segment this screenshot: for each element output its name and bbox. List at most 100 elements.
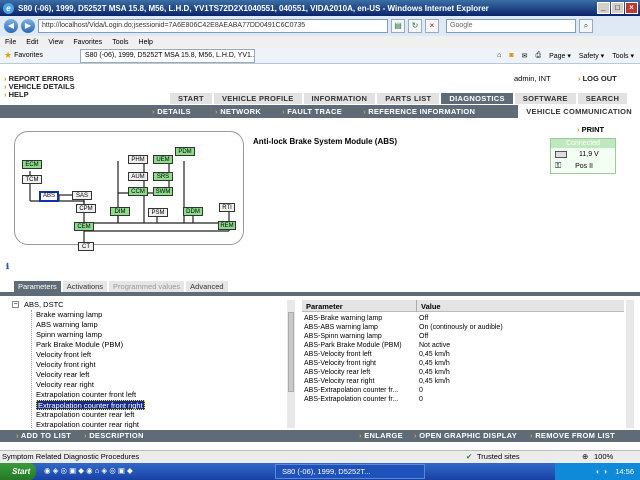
tree-scroll-thumb[interactable]	[288, 312, 294, 392]
menu-file[interactable]: File	[5, 39, 16, 46]
search-icon[interactable]: ⌕	[579, 19, 593, 33]
table-row[interactable]: ABS-Extrapolation counter fr... 0	[302, 395, 624, 404]
tree-item[interactable]: Velocity rear right	[36, 380, 94, 390]
module-dim[interactable]: DIM	[110, 207, 130, 216]
tree-item[interactable]: Park Brake Module (PBM)	[36, 340, 123, 350]
subnav-network[interactable]: NETWORK	[215, 107, 261, 116]
home-icon[interactable]: ⌂	[497, 52, 501, 60]
tree-item[interactable]: Extrapolation counter rear left	[36, 410, 134, 420]
table-row[interactable]: ABS-Spinn warning lamp Off	[302, 332, 624, 341]
address-bar[interactable]: http://localhost/Vida/Login.do;jsessioni…	[38, 19, 388, 33]
close-button[interactable]: ×	[625, 2, 638, 14]
page-menu[interactable]: Page ▾	[549, 52, 571, 60]
tree-item-selected[interactable]: Extrapolation counter front right	[36, 400, 145, 410]
tree-item[interactable]: Extrapolation counter rear right	[36, 420, 139, 428]
logout-link[interactable]: LOG OUT	[578, 74, 617, 83]
quicklaunch-icons[interactable]: ◉ ◈ ◎ ▣ ◆ ◉ ⌂ ◈ ◎ ▣ ◆	[44, 466, 133, 475]
module-cem[interactable]: CEM	[74, 222, 94, 231]
tree-root[interactable]: ABS, DSTC	[24, 300, 64, 309]
module-rem[interactable]: REM	[218, 221, 236, 230]
tree-item[interactable]: ABS warning lamp	[36, 320, 98, 330]
menu-view[interactable]: View	[48, 39, 63, 46]
subnav-details[interactable]: DETAILS	[152, 107, 191, 116]
menu-favorites[interactable]: Favorites	[73, 39, 102, 46]
module-sas[interactable]: SAS	[72, 191, 92, 200]
module-ecm[interactable]: ECM	[22, 160, 42, 169]
module-abs[interactable]: ABS	[39, 191, 59, 202]
enlarge-button[interactable]: ENLARGE	[359, 431, 403, 440]
tab-vehicle-profile[interactable]: VEHICLE PROFILE	[213, 93, 302, 104]
tree-scrollbar[interactable]	[287, 300, 295, 428]
module-swm[interactable]: SWM	[153, 187, 173, 196]
maximize-button[interactable]: □	[611, 2, 624, 14]
module-tcm[interactable]: TCM	[22, 175, 42, 184]
column-value[interactable]: Value	[421, 302, 441, 311]
refresh-icon[interactable]: ↻	[408, 19, 422, 33]
open-graphic-display-button[interactable]: OPEN GRAPHIC DISPLAY	[414, 431, 517, 440]
vehicle-communication-tab[interactable]: VEHICLE COMMUNICATION	[518, 105, 640, 118]
stop-icon[interactable]: ×	[425, 19, 439, 33]
tree-item[interactable]: Brake warning lamp	[36, 310, 102, 320]
module-phm[interactable]: PHM	[128, 155, 148, 164]
print-icon[interactable]: ⎙	[535, 52, 541, 60]
module-psm[interactable]: PSM	[148, 208, 168, 217]
safety-menu[interactable]: Safety ▾	[579, 52, 604, 60]
compatibility-icon[interactable]: ▤	[391, 19, 405, 33]
favorites-button[interactable]: ★ Favorites	[0, 50, 80, 61]
module-ddm[interactable]: DDM	[183, 207, 203, 216]
tree-item[interactable]: Extrapolation counter front left	[36, 390, 136, 400]
module-srs[interactable]: SRS	[153, 172, 173, 181]
menu-help[interactable]: Help	[139, 39, 153, 46]
subnav-reference-information[interactable]: REFERENCE INFORMATION	[363, 107, 475, 116]
table-row[interactable]: ABS-ABS warning lamp On (continously or a…	[302, 323, 624, 332]
tab-software[interactable]: SOFTWARE	[514, 93, 576, 104]
search-input[interactable]: Google	[446, 19, 576, 33]
tree-item[interactable]: Velocity rear left	[36, 370, 89, 380]
minimize-button[interactable]: _	[597, 2, 610, 14]
tab-parameters[interactable]: Parameters	[14, 281, 61, 292]
tab-advanced[interactable]: Advanced	[186, 281, 228, 292]
module-ccm[interactable]: CCM	[128, 187, 148, 196]
module-aum[interactable]: AUM	[128, 172, 148, 181]
tab-parts-list[interactable]: PARTS LIST	[377, 93, 440, 104]
taskbar-window-button[interactable]: S80 (-06), 1999, D5252T...	[275, 464, 425, 479]
description-button[interactable]: DESCRIPTION	[84, 431, 144, 440]
subnav-fault-trace[interactable]: FAULT TRACE	[282, 107, 342, 116]
zoom-level[interactable]: 100%	[594, 451, 613, 463]
tab-activations[interactable]: Activations	[62, 281, 108, 292]
add-to-list-button[interactable]: ADD TO LIST	[16, 431, 71, 440]
table-row[interactable]: ABS-Park Brake Module (PBM) Not active	[302, 341, 624, 350]
table-row[interactable]: ABS-Brake warning lamp Off	[302, 314, 624, 323]
module-cpm[interactable]: CPM	[76, 204, 96, 213]
mail-icon[interactable]: ✉	[522, 52, 528, 60]
browser-tab[interactable]: S80 (-06), 1999, D5252T MSA 15.8, M56, L…	[80, 48, 255, 63]
tree-item[interactable]: Velocity front right	[36, 360, 96, 370]
info-icon[interactable]: ℹ	[6, 262, 9, 271]
back-icon[interactable]: ◀	[4, 19, 18, 33]
remove-from-list-button[interactable]: REMOVE FROM LIST	[530, 431, 615, 440]
tree-item[interactable]: Spinn warning lamp	[36, 330, 102, 340]
tree-item[interactable]: Velocity front left	[36, 350, 91, 360]
table-row[interactable]: ABS-Velocity front left 0,45 km/h	[302, 350, 624, 359]
print-link[interactable]: PRINT	[577, 125, 605, 134]
menu-tools[interactable]: Tools	[112, 39, 128, 46]
tab-search[interactable]: SEARCH	[577, 93, 628, 104]
security-zone[interactable]: Trusted sites	[477, 451, 520, 463]
tray-icons[interactable]: ◐ ◑	[596, 467, 607, 476]
column-parameter[interactable]: Parameter	[306, 302, 343, 311]
tab-diagnostics[interactable]: DIAGNOSTICS	[441, 93, 513, 104]
forward-icon[interactable]: ▶	[21, 19, 35, 33]
help-link[interactable]: HELP	[4, 90, 29, 99]
table-row[interactable]: ABS-Velocity rear left 0,45 km/h	[302, 368, 624, 377]
tab-start[interactable]: START	[170, 93, 212, 104]
table-row[interactable]: ABS-Extrapolation counter fr... 0	[302, 386, 624, 395]
table-scrollbar[interactable]	[626, 300, 634, 428]
table-row[interactable]: ABS-Velocity rear right 0,45 km/h	[302, 377, 624, 386]
module-ct[interactable]: CT	[78, 242, 94, 251]
feeds-icon[interactable]: ◙	[509, 52, 513, 60]
menu-edit[interactable]: Edit	[26, 39, 38, 46]
module-pdm[interactable]: PDM	[175, 147, 195, 156]
start-button[interactable]: Start	[0, 463, 36, 480]
tab-information[interactable]: INFORMATION	[303, 93, 376, 104]
table-row[interactable]: ABS-Velocity front right 0,45 km/h	[302, 359, 624, 368]
